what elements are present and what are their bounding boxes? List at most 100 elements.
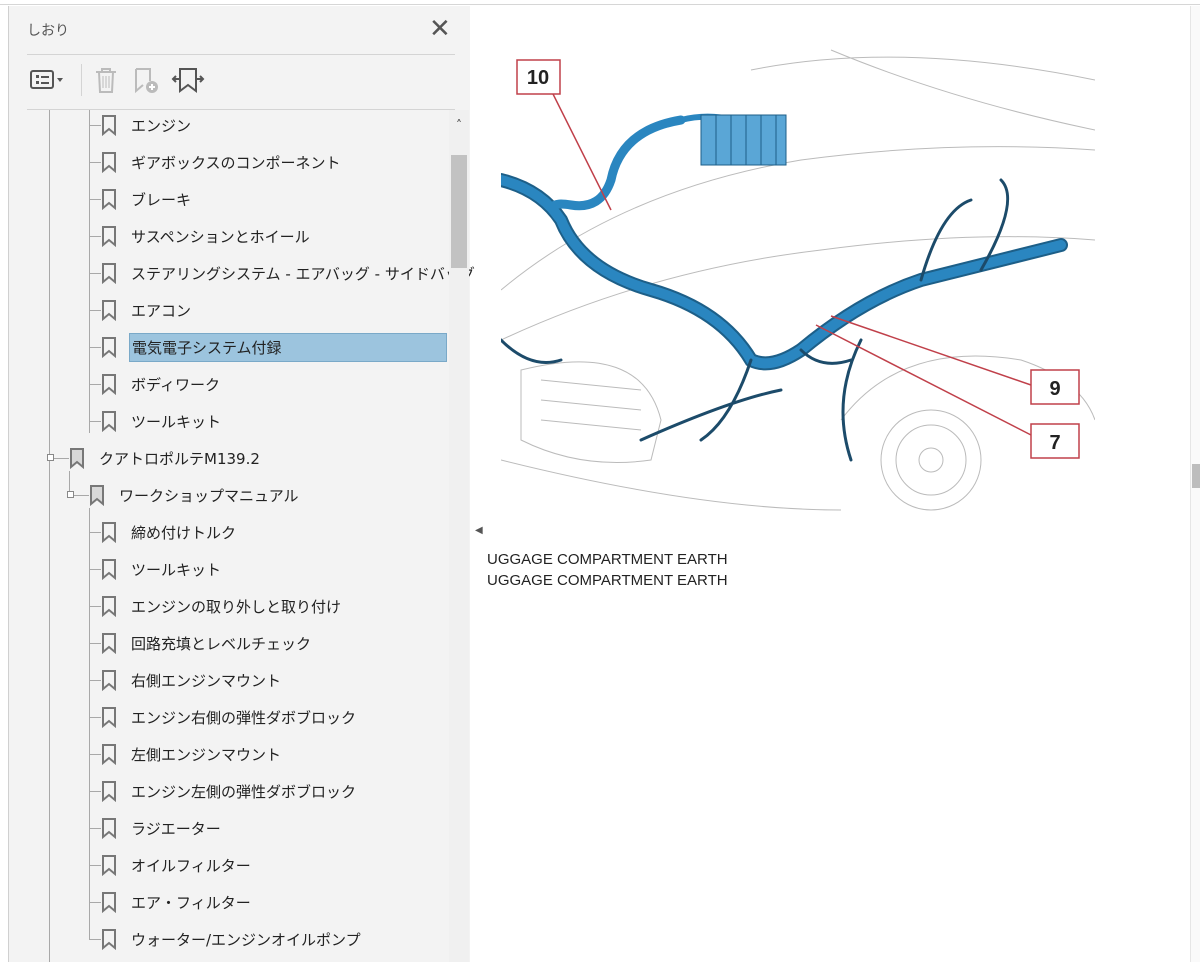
bookmark-icon bbox=[102, 411, 116, 432]
tree-line bbox=[89, 865, 101, 866]
bookmark-item[interactable]: ボディワーク bbox=[101, 369, 222, 399]
bookmark-item[interactable]: サスペンションとホイール bbox=[101, 221, 312, 251]
bookmark-item[interactable]: エアコン bbox=[101, 295, 193, 325]
tree-line bbox=[89, 384, 101, 385]
tree-line bbox=[89, 717, 101, 718]
bookmark-item[interactable]: ラジエーター bbox=[101, 813, 223, 843]
bookmark-label: サスペンションとホイール bbox=[131, 227, 310, 246]
bookmark-icon bbox=[102, 892, 116, 913]
bookmark-icon bbox=[90, 485, 104, 506]
bookmark-label: エンジン bbox=[131, 116, 192, 135]
tree-line bbox=[89, 643, 101, 644]
tree-line bbox=[89, 680, 101, 681]
expand-bookmark-button[interactable] bbox=[171, 66, 205, 100]
tree-line bbox=[89, 273, 101, 274]
new-bookmark-icon bbox=[135, 68, 158, 94]
scroll-thumb[interactable] bbox=[451, 155, 467, 268]
bookmark-label: ステアリングシステム - エアバッグ - サイドバッグ bbox=[131, 264, 475, 283]
bookmark-label: 締め付けトルク bbox=[131, 523, 237, 542]
tree-line bbox=[89, 199, 101, 200]
bookmark-item[interactable]: エンジン右側の弾性ダボブロック bbox=[101, 702, 358, 732]
document-page: 10 9 7 UGGAGE COMPARTMENT EARTH UGGAGE C… bbox=[487, 6, 1190, 962]
bookmark-item[interactable]: エンジン左側の弾性ダボブロック bbox=[101, 776, 358, 806]
bookmark-item[interactable]: エンジンの取り外しと取り付け bbox=[101, 591, 343, 621]
wiring-harness-diagram: 10 9 7 bbox=[501, 40, 1095, 516]
bookmark-icon bbox=[102, 152, 116, 173]
callout-7: 7 bbox=[1049, 432, 1060, 454]
bookmark-item[interactable]: 締め付けトルク bbox=[101, 517, 238, 547]
bookmark-icon bbox=[102, 115, 116, 136]
bookmark-item[interactable]: 左側エンジンマウント bbox=[101, 739, 283, 769]
bookmark-label: 左側エンジンマウント bbox=[131, 745, 282, 764]
bookmark-item[interactable]: ツールキット bbox=[101, 554, 223, 584]
toolbar-separator bbox=[81, 64, 82, 96]
bookmark-icon bbox=[102, 707, 116, 728]
bookmark-label: ワークショップマニュアル bbox=[119, 486, 299, 505]
bookmark-icon bbox=[102, 263, 116, 284]
bookmark-item[interactable]: ギアボックスのコンポーネント bbox=[101, 147, 343, 177]
bookmark-icon bbox=[102, 374, 116, 395]
scroll-up-icon[interactable]: ˄ bbox=[449, 118, 469, 132]
bookmarks-panel: しおり ✕ エンジン ギアボックスのコンポーネント ブレーキ サスペンションとホイール… bbox=[8, 6, 475, 962]
options-menu-icon bbox=[30, 70, 63, 89]
tree-line bbox=[89, 162, 101, 163]
bookmark-item[interactable]: クアトロポルテM139.2 bbox=[69, 443, 262, 473]
bookmark-item[interactable]: ブレーキ bbox=[101, 184, 193, 214]
bookmark-icon bbox=[102, 559, 116, 580]
bookmark-icon bbox=[102, 818, 116, 839]
bookmark-icon bbox=[102, 189, 116, 210]
tree-line bbox=[89, 902, 101, 903]
bookmark-label: ラジエーター bbox=[131, 819, 221, 838]
tree-line bbox=[89, 569, 101, 570]
collapse-panel-icon[interactable]: ◀ bbox=[475, 525, 483, 536]
bookmark-label: 右側エンジンマウント bbox=[131, 671, 282, 690]
bookmark-item[interactable]: ツールキット bbox=[101, 406, 223, 436]
tree-line bbox=[89, 939, 101, 940]
bookmark-label: ウォーター/エンジンオイルポンプ bbox=[131, 930, 361, 949]
bookmark-item[interactable]: 電気電子システム付録 bbox=[101, 332, 447, 362]
bookmark-item[interactable]: 回路充填とレベルチェック bbox=[101, 628, 313, 658]
expand-toggle[interactable] bbox=[67, 491, 74, 498]
bookmark-item[interactable]: エア・フィルター bbox=[101, 887, 253, 917]
bookmark-icon bbox=[102, 781, 116, 802]
close-icon[interactable]: ✕ bbox=[429, 16, 451, 42]
bookmark-icon bbox=[102, 596, 116, 617]
delete-bookmark-button[interactable] bbox=[93, 66, 119, 100]
bookmark-item[interactable]: エンジン bbox=[101, 110, 193, 140]
bookmark-label: エンジン左側の弾性ダボブロック bbox=[131, 782, 357, 801]
document-scroll-thumb[interactable] bbox=[1192, 464, 1200, 488]
expand-bookmark-icon bbox=[171, 68, 205, 93]
options-menu-button[interactable] bbox=[29, 66, 69, 98]
window-top-border bbox=[0, 0, 1200, 5]
new-bookmark-button[interactable] bbox=[133, 66, 163, 100]
bookmark-item[interactable]: オイルフィルター bbox=[101, 850, 253, 880]
tree-line bbox=[89, 310, 101, 311]
bookmark-label: クアトロポルテM139.2 bbox=[99, 449, 260, 468]
tree-line bbox=[89, 532, 101, 533]
caption-line: UGGAGE COMPARTMENT EARTH bbox=[487, 551, 728, 568]
tree-line bbox=[89, 606, 101, 607]
bookmark-scrollbar[interactable]: ˄ bbox=[449, 110, 469, 962]
bookmark-icon bbox=[102, 670, 116, 691]
callout-10: 10 bbox=[527, 67, 549, 89]
bookmark-label: ブレーキ bbox=[131, 190, 192, 209]
bookmark-label: オイルフィルター bbox=[131, 856, 251, 875]
bookmark-label: エアコン bbox=[131, 301, 192, 320]
expand-toggle[interactable] bbox=[47, 454, 54, 461]
bookmark-item[interactable]: ウォーター/エンジンオイルポンプ bbox=[101, 924, 363, 954]
bookmark-item[interactable]: ステアリングシステム - エアバッグ - サイドバッグ bbox=[101, 258, 477, 288]
tree-line bbox=[89, 828, 101, 829]
bookmark-label: エア・フィルター bbox=[131, 893, 251, 912]
tree-line bbox=[89, 754, 101, 755]
bookmark-label: エンジンの取り外しと取り付け bbox=[131, 597, 342, 616]
document-scrollbar[interactable] bbox=[1190, 6, 1200, 962]
tree-line bbox=[89, 791, 101, 792]
bookmark-item[interactable]: ワークショップマニュアル bbox=[89, 480, 301, 510]
tree-line bbox=[89, 236, 101, 237]
bookmark-icon bbox=[102, 855, 116, 876]
bookmark-label: 回路充填とレベルチェック bbox=[131, 634, 312, 653]
bookmark-label: ツールキット bbox=[131, 560, 222, 579]
bookmark-icon bbox=[102, 929, 116, 950]
bookmark-label: 電気電子システム付録 bbox=[129, 332, 447, 362]
bookmark-item[interactable]: 右側エンジンマウント bbox=[101, 665, 283, 695]
